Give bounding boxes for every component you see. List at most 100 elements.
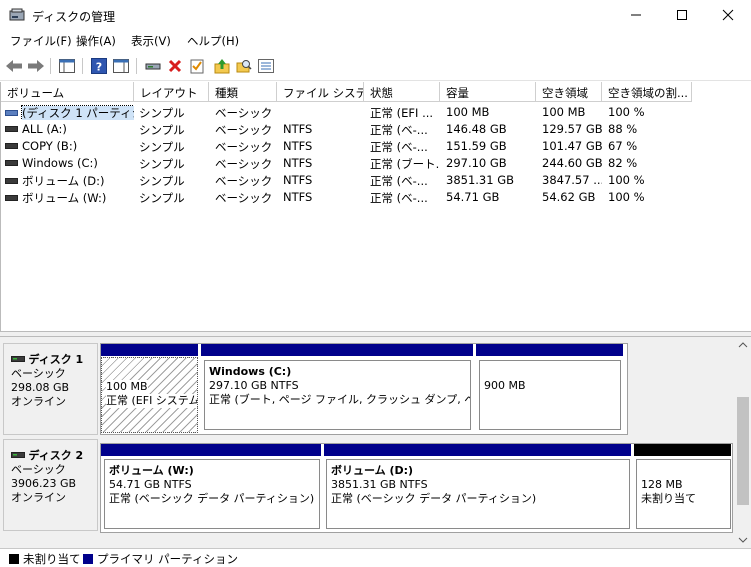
disk-1-name: ディスク 1 bbox=[29, 353, 84, 366]
menu-action[interactable]: 操作(A) bbox=[76, 33, 116, 49]
graphical-view-scrollbar[interactable] bbox=[735, 337, 751, 548]
volume-row-pct: 100 % bbox=[608, 171, 692, 188]
partition-d-status: 正常 (ベーシック データ パーティション) bbox=[331, 492, 629, 506]
volume-row-status: 正常 (EFI ... bbox=[370, 103, 440, 120]
maximize-button[interactable] bbox=[659, 0, 705, 30]
help-button[interactable]: ? bbox=[90, 57, 108, 75]
minimize-button[interactable] bbox=[613, 0, 659, 30]
back-button[interactable] bbox=[5, 57, 23, 75]
partition-efi-size: 100 MB bbox=[106, 380, 148, 394]
disk-2-label[interactable]: ディスク 2 ベーシック 3906.23 GB オンライン bbox=[3, 439, 98, 531]
partition-recovery[interactable]: 900 MB bbox=[479, 360, 621, 430]
volume-row-type: ベーシック bbox=[215, 171, 277, 188]
help-icon: ? bbox=[91, 58, 107, 74]
disk-1-state: オンライン bbox=[11, 395, 97, 409]
volume-row-capacity: 151.59 GB bbox=[446, 137, 536, 154]
partition-efi-status: 正常 (EFI システム bbox=[106, 394, 198, 408]
scroll-up-icon bbox=[738, 341, 748, 349]
up-folder-button[interactable] bbox=[213, 57, 231, 75]
action-pane-icon bbox=[113, 59, 129, 73]
volume-row-layout: シンプル bbox=[139, 188, 209, 205]
partition-w-size: 54.71 GB NTFS bbox=[109, 478, 319, 492]
volume-row-name[interactable]: Windows (C:) bbox=[5, 154, 134, 171]
menu-help[interactable]: ヘルプ(H) bbox=[187, 33, 239, 49]
column-header-layout[interactable]: レイアウト bbox=[134, 82, 209, 102]
disk-graphical-view: ディスク 1 ベーシック 298.08 GB オンライン 100 MB 正常 (… bbox=[0, 337, 735, 548]
volume-row-layout: シンプル bbox=[139, 103, 209, 120]
column-header-capacity[interactable]: 容量 bbox=[440, 82, 536, 102]
volume-row-name[interactable]: (ディスク 1 パーティシ... bbox=[5, 103, 134, 120]
up-arrow-folder-icon bbox=[214, 58, 230, 74]
volume-row-pct: 100 % bbox=[608, 188, 692, 205]
partition-w-title: ボリューム (W:) bbox=[109, 464, 319, 478]
partition-recovery-size: 900 MB bbox=[484, 379, 620, 393]
volume-row-fs: NTFS bbox=[283, 137, 364, 154]
volume-row-status: 正常 (ベ-... bbox=[370, 120, 440, 137]
disk-1-label[interactable]: ディスク 1 ベーシック 298.08 GB オンライン bbox=[3, 343, 98, 435]
maximize-icon bbox=[676, 9, 688, 21]
legend-unallocated-label: 未割り当て bbox=[23, 551, 81, 567]
toolbar-separator bbox=[136, 58, 137, 74]
column-header-percent-free[interactable]: 空き領域の割... bbox=[602, 82, 692, 102]
volume-name-text: ボリューム (W:) bbox=[22, 191, 106, 205]
volume-row-type: ベーシック bbox=[215, 154, 277, 171]
menu-file[interactable]: ファイル(F) bbox=[10, 33, 72, 49]
disk-connect-icon bbox=[145, 59, 161, 73]
volume-row-pct: 82 % bbox=[608, 154, 692, 171]
volume-row-layout: シンプル bbox=[139, 137, 209, 154]
toolbar-separator bbox=[82, 58, 83, 74]
partition-efi[interactable]: 100 MB 正常 (EFI システム bbox=[101, 357, 198, 433]
show-action-pane-button[interactable] bbox=[112, 57, 130, 75]
volume-row-free: 54.62 GB bbox=[542, 188, 602, 205]
volume-row-layout: シンプル bbox=[139, 120, 209, 137]
volume-row-name[interactable]: ボリューム (W:) bbox=[5, 188, 134, 205]
primary-partition-bar bbox=[101, 344, 198, 356]
column-header-free[interactable]: 空き領域 bbox=[536, 82, 602, 102]
partition-volume-w[interactable]: ボリューム (W:) 54.71 GB NTFS 正常 (ベーシック データ パ… bbox=[104, 459, 320, 529]
volume-row-fs: NTFS bbox=[283, 171, 364, 188]
volume-row-fs: NTFS bbox=[283, 120, 364, 137]
forward-arrow-icon bbox=[27, 59, 45, 73]
column-header-volume[interactable]: ボリューム bbox=[1, 82, 134, 102]
close-button[interactable] bbox=[705, 0, 751, 30]
scroll-thumb[interactable] bbox=[737, 397, 749, 505]
disk-icon bbox=[11, 355, 25, 363]
list-view-icon bbox=[258, 59, 274, 73]
disk-management-app-icon bbox=[9, 8, 25, 22]
volume-name-text: ALL (A:) bbox=[22, 122, 67, 136]
primary-partition-bar bbox=[201, 344, 473, 356]
properties-button[interactable] bbox=[188, 57, 206, 75]
volume-row-name[interactable]: ボリューム (D:) bbox=[5, 171, 134, 188]
volume-row-layout: シンプル bbox=[139, 154, 209, 171]
forward-button[interactable] bbox=[27, 57, 45, 75]
disk-2-kind: ベーシック bbox=[11, 463, 97, 477]
volume-icon bbox=[5, 160, 18, 166]
partition-d-title: ボリューム (D:) bbox=[331, 464, 629, 478]
delete-x-icon bbox=[168, 59, 182, 73]
column-header-filesystem[interactable]: ファイル システム bbox=[277, 82, 364, 102]
volume-row-status: 正常 (ベ-... bbox=[370, 188, 440, 205]
volume-row-name[interactable]: ALL (A:) bbox=[5, 120, 134, 137]
title-bar: ディスクの管理 bbox=[0, 0, 751, 30]
partition-volume-d[interactable]: ボリューム (D:) 3851.31 GB NTFS 正常 (ベーシック データ… bbox=[326, 459, 630, 529]
column-header-status[interactable]: 状態 bbox=[364, 82, 440, 102]
menu-view[interactable]: 表示(V) bbox=[131, 33, 171, 49]
properties-check-icon bbox=[190, 58, 204, 74]
delete-button[interactable] bbox=[166, 57, 184, 75]
volume-name-text: ボリューム (D:) bbox=[22, 174, 105, 188]
column-header-type[interactable]: 種類 bbox=[209, 82, 277, 102]
search-button[interactable] bbox=[235, 57, 253, 75]
show-hide-console-tree-button[interactable] bbox=[58, 57, 76, 75]
minimize-icon bbox=[630, 9, 642, 21]
list-view-button[interactable] bbox=[257, 57, 275, 75]
volume-row-name[interactable]: COPY (B:) bbox=[5, 137, 134, 154]
volume-icon bbox=[5, 126, 18, 132]
partition-windows-c[interactable]: Windows (C:) 297.10 GB NTFS 正常 (ブート, ページ… bbox=[204, 360, 471, 430]
volume-row-type: ベーシック bbox=[215, 188, 277, 205]
volume-row-free: 244.60 GB bbox=[542, 154, 602, 171]
volume-list[interactable]: ボリューム レイアウト 種類 ファイル システム 状態 容量 空き領域 空き領域… bbox=[0, 82, 751, 331]
window-title: ディスクの管理 bbox=[32, 8, 115, 25]
partition-unallocated[interactable]: 128 MB 未割り当て bbox=[636, 459, 731, 529]
connect-disk-button[interactable] bbox=[144, 57, 162, 75]
disk-2-name: ディスク 2 bbox=[29, 449, 84, 462]
